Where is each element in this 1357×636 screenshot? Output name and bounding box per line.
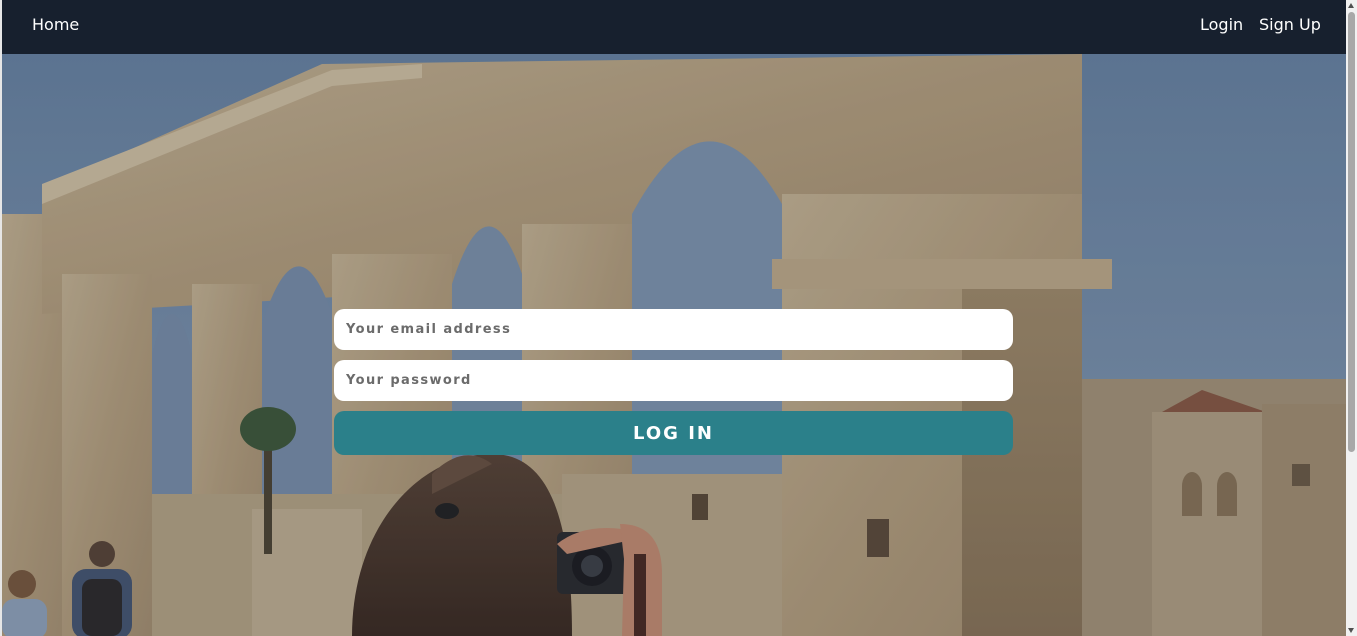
login-form: LOG IN <box>334 309 1013 455</box>
nav-home-link[interactable]: Home <box>32 15 79 35</box>
top-navbar: Home Login Sign Up <box>2 0 1346 54</box>
page: Home Login Sign Up Your email address LO… <box>0 0 1357 636</box>
password-input[interactable] <box>334 360 1013 401</box>
nav-signup-link[interactable]: Sign Up <box>1259 15 1321 35</box>
email-input[interactable] <box>334 309 1013 350</box>
nav-login-link[interactable]: Login <box>1200 15 1243 35</box>
scrollbar-thumb[interactable] <box>1348 12 1355 452</box>
login-button[interactable]: LOG IN <box>334 411 1013 455</box>
scroll-up-arrow-icon[interactable] <box>1348 3 1354 8</box>
vertical-scrollbar[interactable] <box>1346 0 1357 636</box>
scroll-down-arrow-icon[interactable] <box>1348 628 1354 633</box>
